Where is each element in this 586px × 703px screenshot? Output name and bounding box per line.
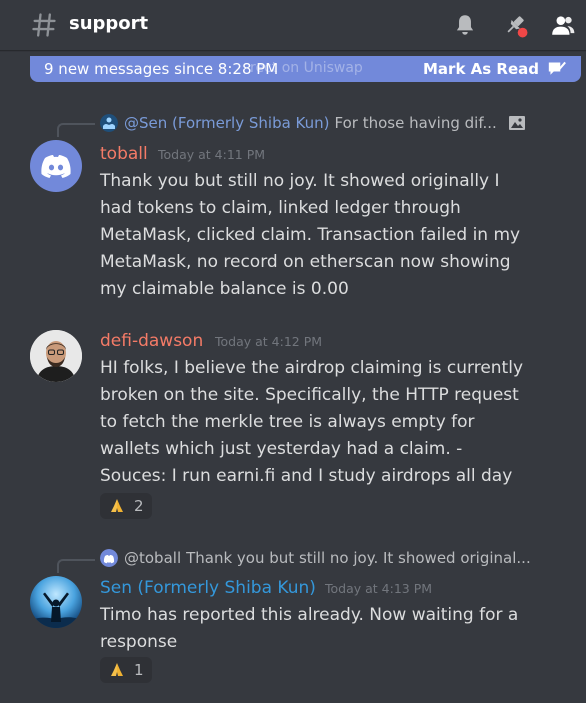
reply-preview[interactable]: @Sen (Formerly Shiba Kun) For those havi… <box>100 113 527 133</box>
message-author[interactable]: Sen (Formerly Shiba Kun) <box>100 577 316 599</box>
message-line: Thank you but still no joy. It showed or… <box>100 171 500 191</box>
image-icon <box>508 116 525 130</box>
folded-hands-icon <box>111 499 123 512</box>
user-photo-icon <box>30 330 82 382</box>
discord-chat-window: support rect on Uniswap 9 new messages s… <box>0 0 586 703</box>
channel-header: support <box>0 0 586 50</box>
message-author[interactable]: toball <box>100 143 148 165</box>
message-line: broken on the site. Specifically, the HT… <box>100 385 519 405</box>
discord-logo-icon <box>41 155 71 178</box>
reply-avatar-icon <box>100 114 118 132</box>
mark-as-read-button[interactable]: Mark As Read <box>423 60 567 78</box>
reaction-pill[interactable]: 1 <box>100 657 152 683</box>
message-body: Thank you but still no joy. It showed or… <box>100 168 520 303</box>
members-icon[interactable] <box>550 12 576 38</box>
hash-icon <box>32 13 56 37</box>
message-line: Timo has reported this already. Now wait… <box>100 605 519 625</box>
avatar[interactable] <box>30 140 82 192</box>
message-author[interactable]: defi-dawson <box>100 330 203 352</box>
new-messages-bar[interactable]: rect on Uniswap 9 new messages since 8:2… <box>30 56 581 82</box>
message-line: response <box>100 632 178 652</box>
reply-avatar-icon <box>100 549 118 567</box>
reply-snippet[interactable]: For those having dif... <box>335 113 497 133</box>
reply-snippet[interactable]: Thank you but still no joy. It showed or… <box>186 548 531 568</box>
channel-name: support <box>69 13 149 34</box>
mark-read-icon <box>548 61 566 75</box>
mark-as-read-label: Mark As Read <box>423 60 539 78</box>
bell-icon[interactable] <box>452 12 478 38</box>
message-line: my claimable balance is 0.00 <box>100 279 349 299</box>
user-photo-icon <box>30 576 82 628</box>
reaction-pill[interactable]: 2 <box>100 493 152 519</box>
avatar[interactable] <box>30 330 82 382</box>
reply-preview[interactable]: @toball Thank you but still no joy. It s… <box>100 548 531 568</box>
message-line: MetaMask, clicked claim. Transaction fai… <box>100 225 521 245</box>
message-line: HI folks, I believe the airdrop claiming… <box>100 358 524 378</box>
message-body: Timo has reported this already. Now wait… <box>100 602 518 656</box>
message-line: to fetch the merkle tree is always empty… <box>100 412 475 432</box>
reaction-count: 1 <box>134 661 144 679</box>
folded-hands-icon <box>111 663 123 676</box>
new-messages-text[interactable]: 9 new messages since 8:28 PM <box>44 60 278 78</box>
avatar[interactable] <box>30 576 82 628</box>
reaction-count: 2 <box>134 497 144 515</box>
message-body: HI folks, I believe the airdrop claiming… <box>100 355 523 490</box>
reply-spine <box>57 123 95 137</box>
reply-mention[interactable]: @toball <box>124 548 181 568</box>
pin-icon[interactable] <box>502 12 528 38</box>
message-line: Souces: I run earni.fi and I study airdr… <box>100 466 513 486</box>
message-timestamp: Today at 4:11 PM <box>158 147 266 162</box>
message-timestamp: Today at 4:13 PM <box>325 581 433 596</box>
reply-mention[interactable]: @Sen (Formerly Shiba Kun) <box>124 113 330 133</box>
message-line: had tokens to claim, linked ledger throu… <box>100 198 461 218</box>
reply-spine <box>57 559 95 573</box>
message-timestamp: Today at 4:12 PM <box>215 334 323 349</box>
message-line: wallets which just yesterday had a claim… <box>100 439 463 459</box>
message-line: MetaMask, no record on etherscan now sho… <box>100 252 511 272</box>
